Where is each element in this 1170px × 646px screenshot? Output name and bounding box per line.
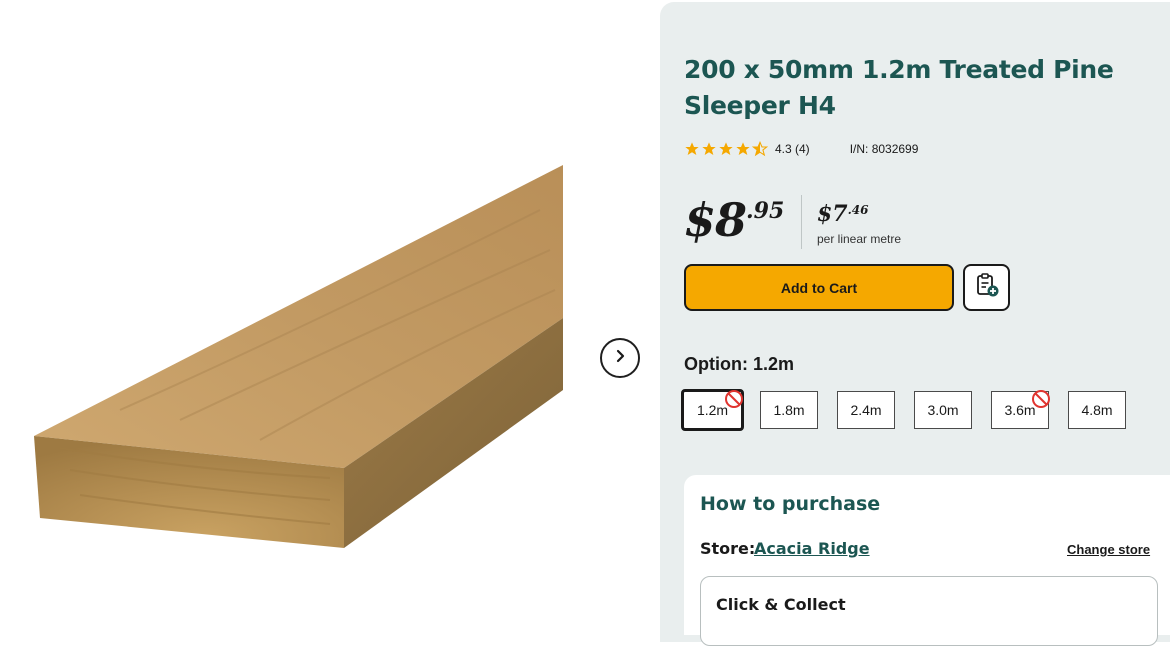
add-to-cart-button[interactable]: Add to Cart [684,264,954,311]
option-1-2m[interactable]: 1.2m [681,389,744,431]
item-number: I/N: 8032699 [849,142,919,156]
option-1-8m[interactable]: 1.8m [760,391,818,429]
unit-price-dollars: $7 [817,201,848,227]
product-title: 200 x 50mm 1.2m Treated Pine Sleeper H4 [684,55,1114,120]
option-label: Option: 1.2m [684,354,795,374]
chevron-right-icon [613,349,627,368]
add-to-list-icon [974,272,1000,303]
click-and-collect-title: Click & Collect [716,595,846,614]
unit-price: $7 .46 [817,200,869,228]
product-gallery [0,0,660,621]
no-entry-icon [1032,390,1050,408]
price-cents: .95 [746,198,785,224]
star-icon [702,142,716,155]
rating-row: 4.3 (4) I/N: 8032699 [684,140,918,158]
product-image [34,165,563,548]
store-name-link[interactable]: Acacia Ridge [754,539,870,558]
option-label-text: 2.4m [850,402,882,418]
option-3-6m[interactable]: 3.6m [991,390,1050,429]
change-store-link[interactable]: Change store [1067,542,1150,557]
option-3-0m[interactable]: 3.0m [914,391,972,429]
option-label-text: 1.8m [773,402,805,418]
option-4-8m[interactable]: 4.8m [1068,391,1126,429]
star-icon [736,142,750,155]
option-label-text: 4.8m [1081,402,1113,418]
unit-price-cents: .46 [847,203,869,217]
next-image-button[interactable] [600,338,640,378]
how-to-purchase-title: How to purchase [700,493,881,515]
star-icon [719,142,733,155]
add-to-list-button[interactable] [963,264,1010,311]
option-label-text: 3.0m [927,402,959,418]
price: $8 .95 [684,192,784,248]
star-icon [685,142,699,155]
no-entry-icon [725,390,743,408]
unit-price-label: per linear metre [817,232,902,246]
price-dollars: $8 [684,193,747,247]
rating-text[interactable]: 4.3 (4) [775,142,810,156]
star-rating[interactable] [684,141,768,157]
option-2-4m[interactable]: 2.4m [837,391,895,429]
store-label: Store: [700,539,756,558]
price-divider [801,195,802,249]
half-star-icon [752,141,768,157]
